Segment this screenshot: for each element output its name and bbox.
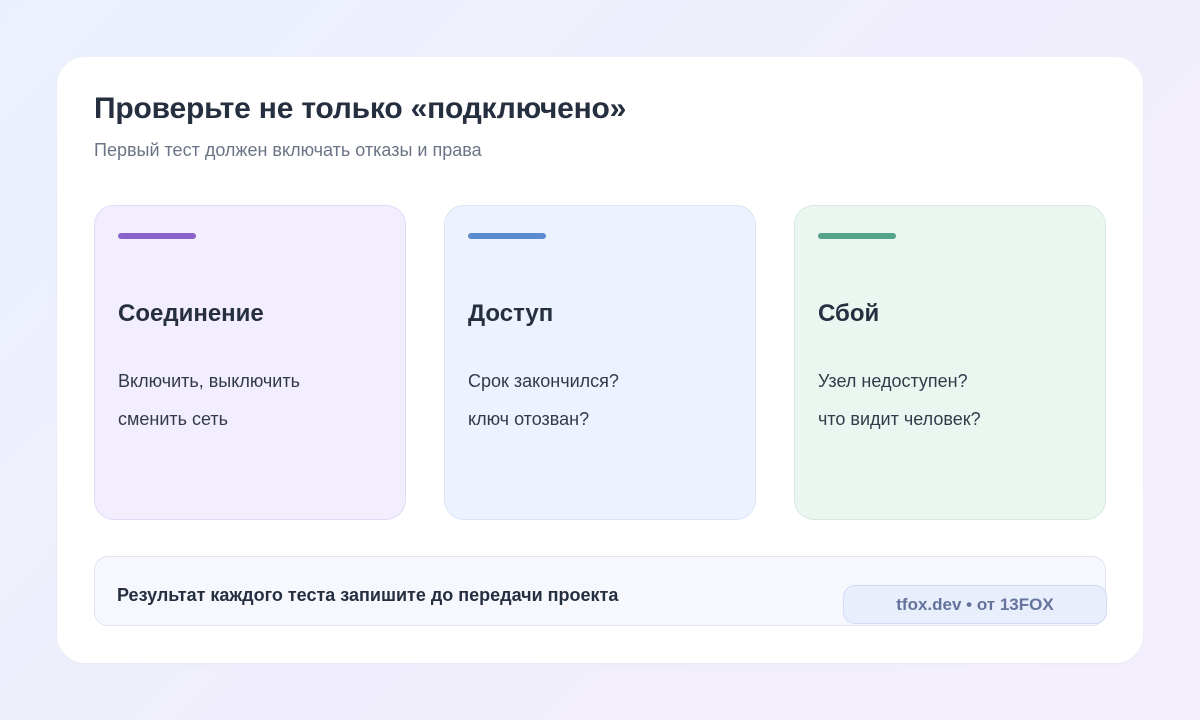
panel-line: что видит человек? [818, 409, 981, 429]
page-subtitle: Первый тест должен включать отказы и пра… [94, 140, 482, 160]
panel-line: ключ отозван? [468, 409, 590, 429]
page-title: Проверьте не только «подключено» [94, 92, 627, 125]
panel-line: Срок закончился? [468, 371, 619, 391]
panel-failure: Сбой Узел недоступен? что видит человек? [794, 205, 1106, 520]
panel-title: Соединение [118, 300, 264, 327]
accent-bar [118, 233, 196, 239]
accent-bar [468, 233, 546, 239]
footer-note: Результат каждого теста запишите до пере… [94, 556, 1107, 626]
panel-title: Доступ [468, 300, 554, 327]
panel-line: сменить сеть [118, 409, 229, 429]
brand-badge: tfox.dev • от 13FOX [843, 585, 1107, 624]
panel-line: Включить, выключить [118, 371, 300, 391]
panel-access: Доступ Срок закончился? ключ отозван? [444, 205, 756, 520]
footer-text: Результат каждого теста запишите до пере… [117, 585, 619, 605]
panel-connection: Соединение Включить, выключить сменить с… [94, 205, 406, 520]
panel-title: Сбой [818, 300, 880, 327]
panel-line: Узел недоступен? [818, 371, 968, 391]
accent-bar [818, 233, 896, 239]
